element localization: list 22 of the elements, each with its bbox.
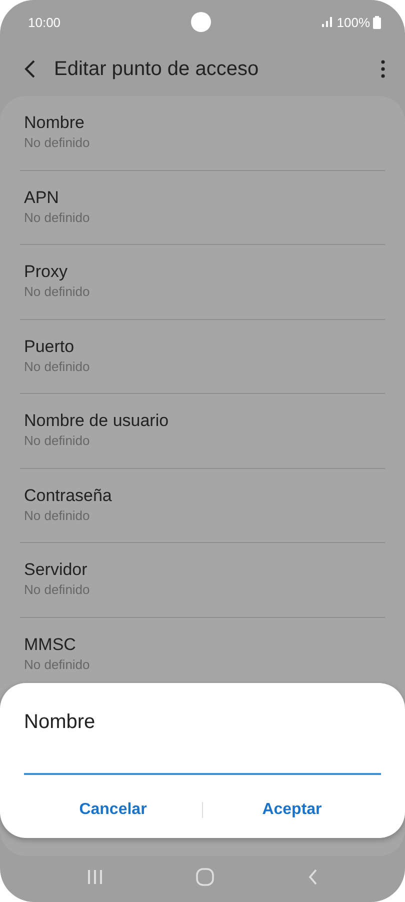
setting-item[interactable]: APN No definido xyxy=(20,170,385,244)
setting-item[interactable]: Nombre No definido xyxy=(20,96,385,170)
confirm-button[interactable]: Aceptar xyxy=(203,793,381,827)
setting-item[interactable]: Servidor No definido xyxy=(20,542,385,616)
screen-title: Editar punto de acceso xyxy=(54,58,260,80)
setting-item[interactable]: Contraseña No definido xyxy=(20,468,385,542)
status-time: 10:00 xyxy=(28,14,61,30)
more-options-button[interactable] xyxy=(379,58,387,80)
recent-apps-icon xyxy=(86,869,103,885)
camera-hole-icon xyxy=(191,12,211,32)
home-icon xyxy=(196,868,214,886)
setting-item[interactable]: Puerto No definido xyxy=(20,318,385,393)
signal-icon xyxy=(322,17,334,27)
more-options-icon xyxy=(381,60,385,78)
back-icon xyxy=(24,59,36,79)
battery-level: 100% xyxy=(336,14,370,30)
setting-item[interactable]: Nombre de usuario No definido xyxy=(20,393,385,468)
dialog-title: Nombre xyxy=(24,710,96,735)
cancel-button[interactable]: Cancelar xyxy=(24,793,202,827)
back-icon xyxy=(308,869,318,885)
battery-icon xyxy=(373,16,381,28)
setting-item[interactable]: Proxy No definido xyxy=(20,244,385,318)
